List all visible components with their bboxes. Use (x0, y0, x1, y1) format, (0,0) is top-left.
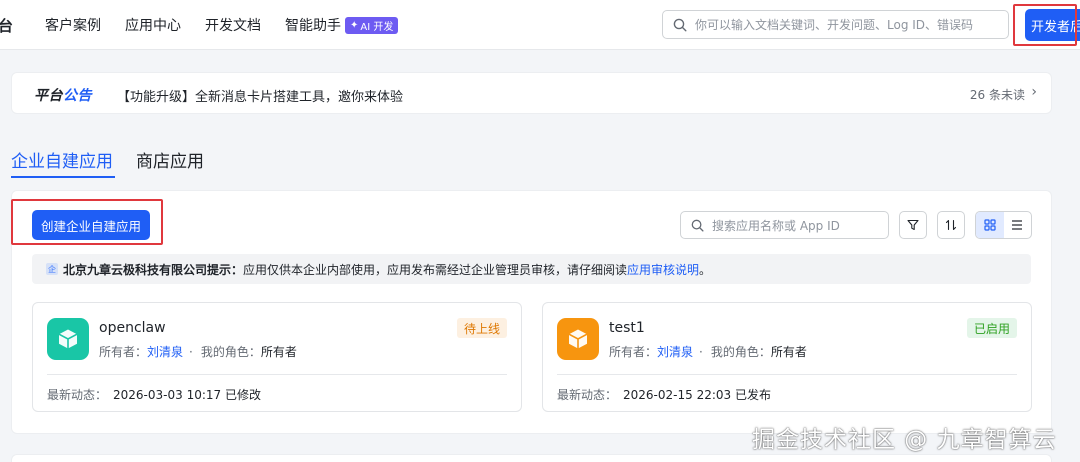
card-divider (47, 374, 507, 375)
app-activity: 最新动态： 2026-02-15 22:03 已发布 (557, 386, 771, 403)
chevron-right-icon[interactable]: › (1031, 84, 1037, 100)
unread-count[interactable]: 26 条未读 (970, 86, 1025, 103)
tab-store-apps[interactable]: 商店应用 (136, 147, 204, 172)
status-badge: 待上线 (456, 318, 507, 338)
role-label: 我的角色： (200, 345, 261, 359)
next-panel-edge (11, 454, 1052, 462)
owner-label: 所有者： (99, 345, 148, 359)
app-meta: 所有者：刘清泉 · 我的角色：所有者 (99, 343, 297, 360)
grid-icon (984, 219, 996, 231)
announcement-brand-part2: 公告 (63, 88, 92, 104)
filter-button[interactable] (899, 211, 927, 239)
app-icon (47, 318, 89, 360)
meta-dot: · (699, 345, 703, 359)
cube-icon (568, 329, 588, 349)
notice-text: 应用仅供本企业内部使用，应用发布需经过企业管理员审核，请仔细阅读 (243, 262, 628, 277)
status-badge: 已启用 (966, 318, 1017, 338)
announcement-brand: 平台公告 (34, 85, 92, 105)
top-navbar: 台 客户案例 应用中心 开发文档 智能助手 ✦ AI 开发 你可以输入文档关键词、… (0, 0, 1080, 50)
tab-enterprise-apps[interactable]: 企业自建应用 (11, 147, 113, 172)
app-activity: 最新动态： 2026-03-03 10:17 已修改 (47, 386, 261, 403)
create-enterprise-app-button[interactable]: 创建企业自建应用 (32, 210, 150, 240)
app-meta: 所有者：刘清泉 · 我的角色：所有者 (609, 343, 807, 360)
role-value: 所有者 (770, 345, 807, 359)
review-guide-link[interactable]: 应用审核说明 (627, 261, 699, 278)
app-card-openclaw[interactable]: openclaw 所有者：刘清泉 · 我的角色：所有者 待上线 最新动态： 2026-… (32, 302, 522, 412)
app-icon (557, 318, 599, 360)
activity-label: 最新动态： (557, 388, 618, 402)
app-card-test1[interactable]: test1 所有者：刘清泉 · 我的角色：所有者 已启用 最新动态： 2026-02-… (542, 302, 1032, 412)
nav-customer-cases[interactable]: 客户案例 (45, 15, 101, 35)
ai-dev-badge[interactable]: ✦ AI 开发 (345, 16, 399, 34)
doc-search-input[interactable]: 你可以输入文档关键词、开发问题、Log ID、错误码 (662, 10, 1009, 39)
activity-value: 2026-02-15 22:03 已发布 (623, 388, 771, 402)
main-nav: 客户案例 应用中心 开发文档 智能助手 ✦ AI 开发 (45, 0, 399, 50)
company-icon: 企 (46, 263, 58, 275)
announcement-brand-part1: 平台 (34, 88, 63, 104)
search-icon (691, 219, 704, 232)
sort-button[interactable] (937, 211, 965, 239)
watermark: 掘金技术社区 @ 九章智算云 (752, 427, 1057, 453)
brand-logo-fragment: 台 (0, 17, 14, 35)
notice-company: 北京九章云极科技有限公司提示： (63, 262, 244, 277)
role-label: 我的角色： (710, 345, 771, 359)
list-view-button[interactable] (1004, 212, 1032, 238)
owner-label: 所有者： (609, 345, 658, 359)
nav-dev-docs[interactable]: 开发文档 (205, 15, 261, 35)
list-icon (1012, 220, 1023, 230)
activity-value: 2026-03-03 10:17 已修改 (113, 388, 261, 402)
nav-app-center[interactable]: 应用中心 (125, 15, 181, 35)
meta-dot: · (189, 345, 193, 359)
owner-link[interactable]: 刘清泉 (147, 345, 183, 359)
notice-end: 。 (699, 262, 712, 277)
app-search-placeholder: 搜索应用名称或 App ID (712, 218, 840, 233)
company-notice: 企 北京九章云极科技有限公司提示： 应用仅供本企业内部使用，应用发布需经过企业管… (32, 254, 1031, 284)
search-icon (673, 18, 687, 32)
ai-badge-label: AI 开发 (360, 21, 394, 33)
grid-view-button[interactable] (976, 212, 1004, 238)
cube-icon (58, 329, 78, 349)
view-toggle (975, 211, 1032, 239)
doc-search-placeholder: 你可以输入文档关键词、开发问题、Log ID、错误码 (695, 18, 974, 32)
role-value: 所有者 (260, 345, 297, 359)
app-name[interactable]: test1 (609, 320, 645, 336)
sparkle-icon: ✦ (350, 19, 359, 31)
filter-icon (907, 219, 919, 231)
card-divider (557, 374, 1017, 375)
developer-console-button[interactable]: 开发者后台 (1025, 9, 1080, 41)
sort-icon (945, 219, 957, 231)
announcement-text[interactable]: 【功能升级】全新消息卡片搭建工具，邀你来体验 (117, 86, 403, 105)
activity-label: 最新动态： (47, 388, 108, 402)
nav-smart-assistant[interactable]: 智能助手 (285, 15, 341, 35)
announcement-bar[interactable]: 平台公告 【功能升级】全新消息卡片搭建工具，邀你来体验 26 条未读 › (11, 72, 1052, 114)
app-search-input[interactable]: 搜索应用名称或 App ID (680, 211, 889, 239)
app-name[interactable]: openclaw (99, 320, 166, 336)
owner-link[interactable]: 刘清泉 (657, 345, 693, 359)
active-tab-indicator (11, 176, 115, 178)
